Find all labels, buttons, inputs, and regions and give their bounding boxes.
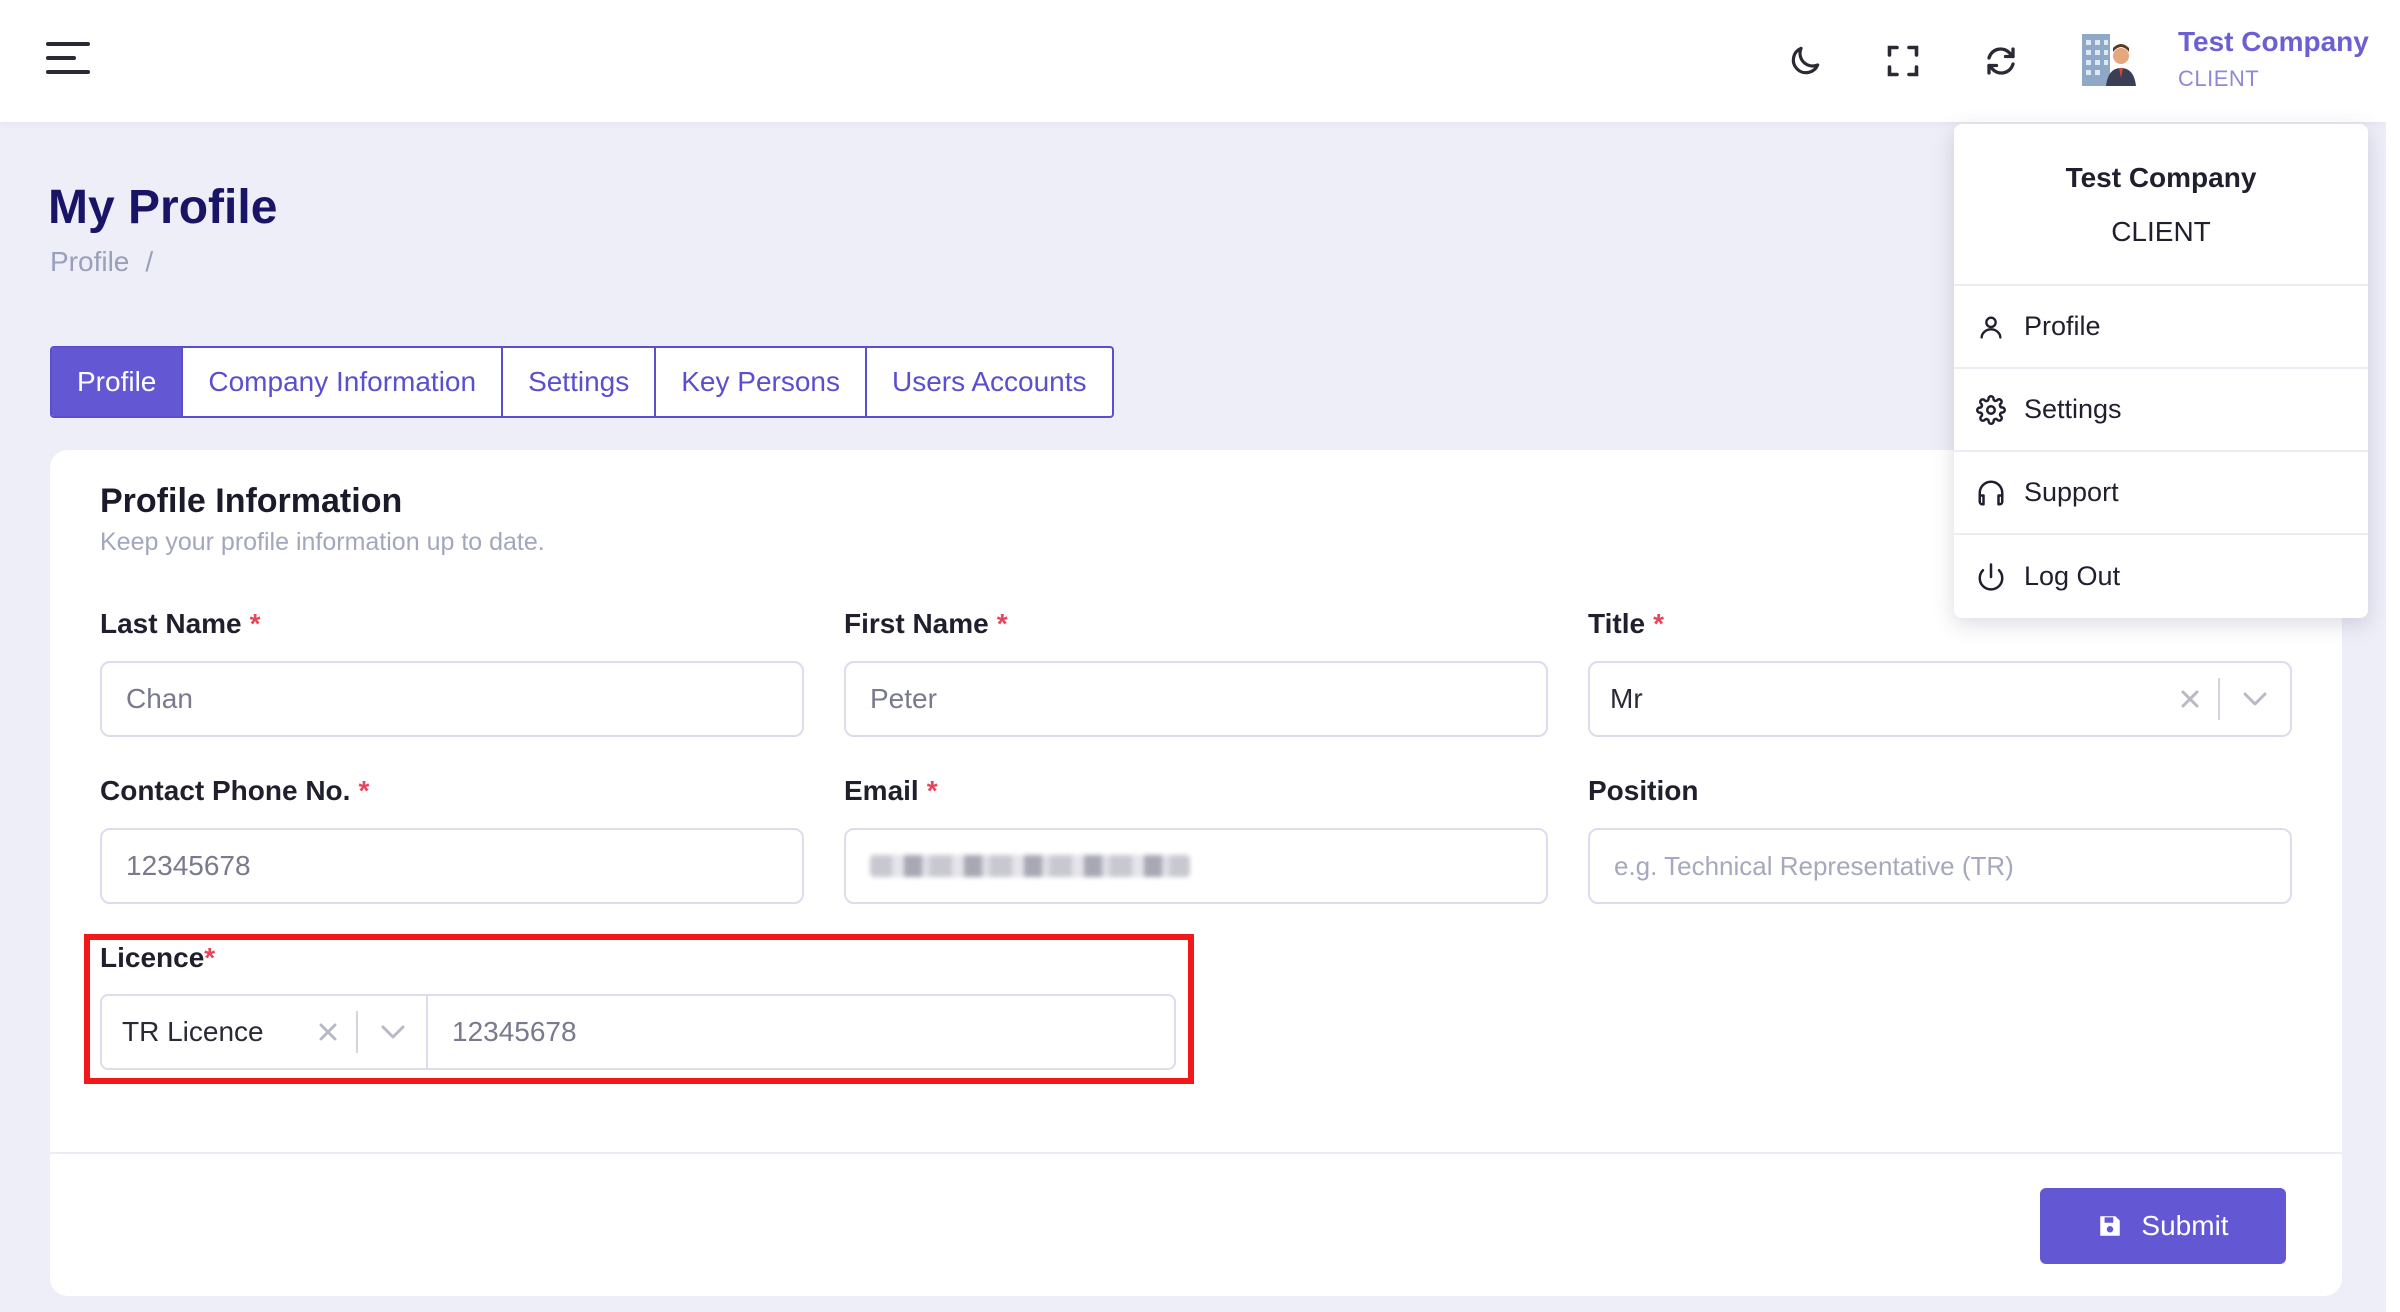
tab-key-persons[interactable]: Key Persons (654, 348, 865, 416)
redacted-email (870, 855, 1190, 877)
clear-icon[interactable] (2162, 663, 2218, 735)
dark-mode-icon[interactable] (1780, 36, 1830, 86)
user-dropdown-menu: Test Company CLIENT Profile Settings Sup… (1954, 124, 2368, 618)
page-title: My Profile (48, 181, 278, 234)
title-label-text: Title (1588, 608, 1646, 639)
last-name-label: Last Name * (100, 608, 261, 640)
dropdown-item-label: Profile (2024, 311, 2101, 341)
title-select-value: Mr (1610, 683, 1643, 714)
chevron-down-icon[interactable] (2220, 663, 2290, 735)
power-icon (1974, 560, 2008, 594)
email-input[interactable] (844, 828, 1548, 904)
refresh-icon[interactable] (1976, 36, 2026, 86)
email-label-text: Email (844, 775, 919, 806)
user-icon (1974, 310, 2008, 344)
required-marker: * (358, 775, 370, 806)
position-label: Position (1588, 775, 1699, 806)
email-label: Email * (844, 775, 938, 807)
first-name-label: First Name * (844, 608, 1008, 640)
last-name-input[interactable]: Chan (100, 661, 804, 737)
tab-settings[interactable]: Settings (501, 348, 654, 416)
dropdown-header: Test Company CLIENT (1954, 124, 2368, 286)
gear-icon (1974, 393, 2008, 427)
required-marker: * (1653, 608, 1664, 639)
last-name-label-text: Last Name (100, 608, 242, 639)
highlight-box (84, 934, 1194, 1084)
tab-profile[interactable]: Profile (52, 348, 182, 416)
top-bar: Test Company CLIENT (0, 0, 2386, 122)
dropdown-item-label: Log Out (2024, 561, 2121, 591)
dropdown-item-label: Support (2024, 477, 2119, 507)
dropdown-user-name: Test Company (2065, 162, 2257, 193)
menu-toggle-icon[interactable] (46, 42, 90, 74)
required-marker: * (926, 775, 938, 806)
submit-button[interactable]: Submit (2040, 1188, 2286, 1264)
phone-label-text: Contact Phone No. (100, 775, 351, 806)
dropdown-item-log-out[interactable]: Log Out (1954, 535, 2368, 618)
user-name[interactable]: Test Company (2178, 26, 2369, 58)
card-title: Profile Information (100, 482, 403, 520)
breadcrumb-separator: / (145, 246, 154, 277)
tab-users-accounts[interactable]: Users Accounts (864, 348, 1112, 416)
scrollbar[interactable] (2386, 0, 2400, 1312)
breadcrumb: Profile / (50, 246, 153, 278)
save-icon (2100, 1216, 2121, 1236)
tab-company-information[interactable]: Company Information (181, 348, 501, 416)
first-name-input[interactable]: Peter (844, 661, 1548, 737)
title-select[interactable]: Mr (1588, 661, 2292, 737)
headphones-icon (1974, 476, 2008, 510)
dropdown-item-support[interactable]: Support (1954, 452, 2368, 535)
submit-label: Submit (2141, 1210, 2229, 1241)
dropdown-item-profile[interactable]: Profile (1954, 286, 2368, 369)
title-select-controls (2162, 663, 2290, 735)
required-marker: * (249, 608, 261, 639)
dropdown-item-settings[interactable]: Settings (1954, 369, 2368, 452)
avatar[interactable] (2078, 30, 2140, 92)
card-divider (50, 1152, 2342, 1154)
phone-input[interactable]: 12345678 (100, 828, 804, 904)
fullscreen-icon[interactable] (1878, 36, 1928, 86)
phone-label: Contact Phone No. * (100, 775, 369, 807)
dropdown-user-role: CLIENT (2111, 216, 2211, 247)
user-role: CLIENT (2178, 66, 2260, 91)
title-label: Title * (1588, 608, 1664, 640)
position-input[interactable]: e.g. Technical Representative (TR) (1588, 828, 2292, 904)
first-name-label-text: First Name (844, 608, 989, 639)
profile-tabs: Profile Company Information Settings Key… (50, 346, 1114, 418)
dropdown-item-label: Settings (2024, 394, 2122, 424)
card-subtitle: Keep your profile information up to date… (100, 528, 545, 556)
breadcrumb-item-profile[interactable]: Profile (50, 246, 129, 277)
required-marker: * (996, 608, 1008, 639)
